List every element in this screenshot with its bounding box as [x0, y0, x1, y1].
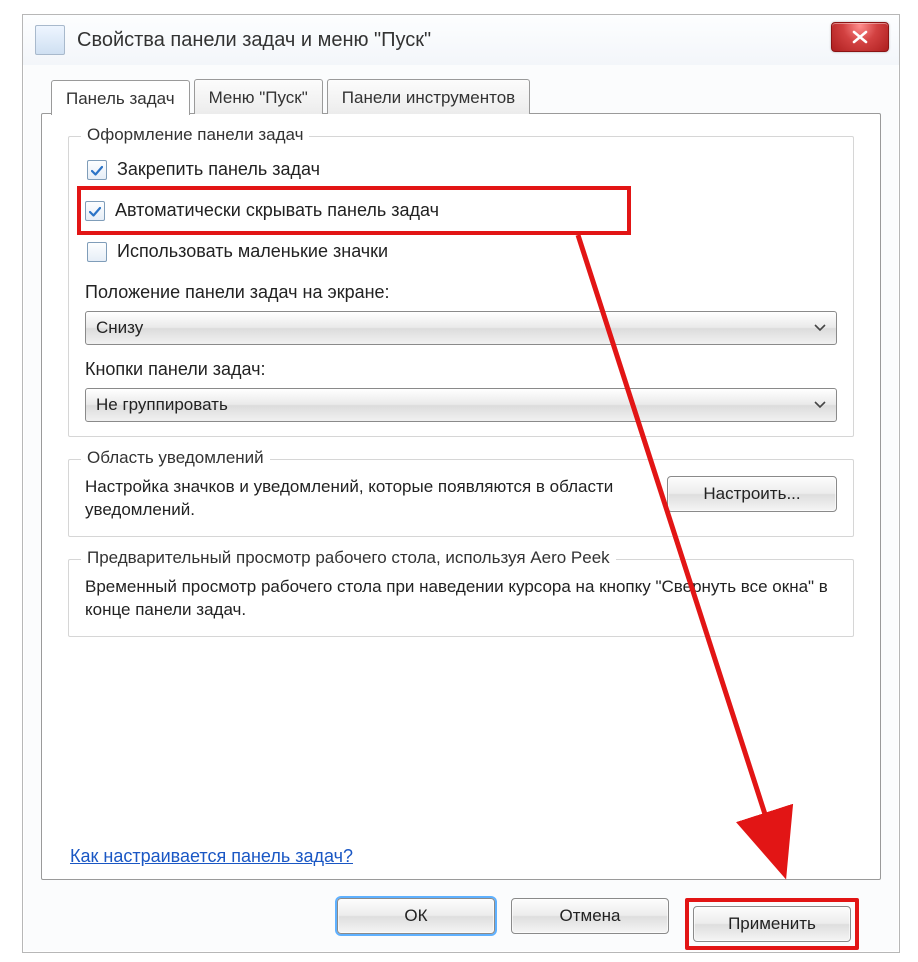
checkbox-label: Закрепить панель задач: [117, 159, 320, 180]
checkbox-label: Автоматически скрывать панель задач: [115, 200, 439, 221]
dialog-buttons: ОК Отмена Применить: [41, 880, 881, 950]
window-title: Свойства панели задач и меню "Пуск": [77, 29, 431, 52]
tab-taskbar[interactable]: Панель задач: [51, 80, 190, 115]
aero-peek-description: Временный просмотр рабочего стола при на…: [85, 576, 837, 622]
dropdown-taskbar-position[interactable]: Снизу: [85, 311, 837, 345]
close-button[interactable]: [831, 22, 889, 52]
checkmark-icon: [91, 164, 103, 176]
configure-notifications-button[interactable]: Настроить...: [667, 476, 837, 512]
button-label: Применить: [728, 914, 816, 934]
annotation-highlight-autohide: Автоматически скрывать панель задач: [77, 186, 631, 235]
group-aero-peek: Предварительный просмотр рабочего стола,…: [68, 559, 854, 637]
titlebar[interactable]: Свойства панели задач и меню "Пуск": [23, 15, 899, 65]
group-notification-area: Область уведомлений Настройка значков и …: [68, 459, 854, 537]
group-legend: Предварительный просмотр рабочего стола,…: [81, 548, 616, 568]
checkbox-lock-taskbar-row: Закрепить панель задач: [85, 153, 837, 186]
group-legend: Область уведомлений: [81, 448, 270, 468]
button-label: ОК: [404, 906, 427, 926]
tab-label: Панель задач: [66, 89, 175, 108]
dropdown-taskbar-buttons[interactable]: Не группировать: [85, 388, 837, 422]
link-text: Как настраивается панель задач?: [70, 846, 353, 866]
label-taskbar-buttons: Кнопки панели задач:: [85, 359, 837, 380]
checkbox-label: Использовать маленькие значки: [117, 241, 388, 262]
chevron-down-icon: [814, 401, 826, 409]
tab-label: Панели инструментов: [342, 88, 515, 107]
tab-start-menu[interactable]: Меню "Пуск": [194, 79, 323, 114]
button-label: Настроить...: [703, 484, 800, 504]
tab-toolbars[interactable]: Панели инструментов: [327, 79, 530, 114]
checkbox-autohide-row: Автоматически скрывать панель задач: [83, 194, 623, 227]
tab-panel-taskbar: Оформление панели задач Закрепить панель…: [41, 113, 881, 880]
ok-button[interactable]: ОК: [337, 898, 495, 934]
dialog-window: Свойства панели задач и меню "Пуск" Пане…: [22, 14, 900, 953]
group-legend: Оформление панели задач: [81, 125, 309, 145]
help-link[interactable]: Как настраивается панель задач?: [70, 846, 353, 867]
annotation-highlight-apply: Применить: [685, 898, 859, 950]
chevron-down-icon: [814, 324, 826, 332]
checkbox-small-icons-row: Использовать маленькие значки: [85, 235, 837, 268]
button-label: Отмена: [560, 906, 621, 926]
notification-description: Настройка значков и уведомлений, которые…: [85, 476, 649, 522]
label-taskbar-position: Положение панели задач на экране:: [85, 282, 837, 303]
window-icon: [35, 25, 65, 55]
checkmark-icon: [89, 205, 101, 217]
dropdown-value: Не группировать: [96, 395, 228, 415]
checkbox-small-icons[interactable]: [87, 242, 107, 262]
close-icon: [851, 30, 869, 44]
group-appearance: Оформление панели задач Закрепить панель…: [68, 136, 854, 437]
checkbox-autohide[interactable]: [85, 201, 105, 221]
apply-button[interactable]: Применить: [693, 906, 851, 942]
tabs: Панель задач Меню "Пуск" Панели инструме…: [41, 79, 881, 114]
checkbox-lock-taskbar[interactable]: [87, 160, 107, 180]
tab-label: Меню "Пуск": [209, 88, 308, 107]
dropdown-value: Снизу: [96, 318, 143, 338]
cancel-button[interactable]: Отмена: [511, 898, 669, 934]
